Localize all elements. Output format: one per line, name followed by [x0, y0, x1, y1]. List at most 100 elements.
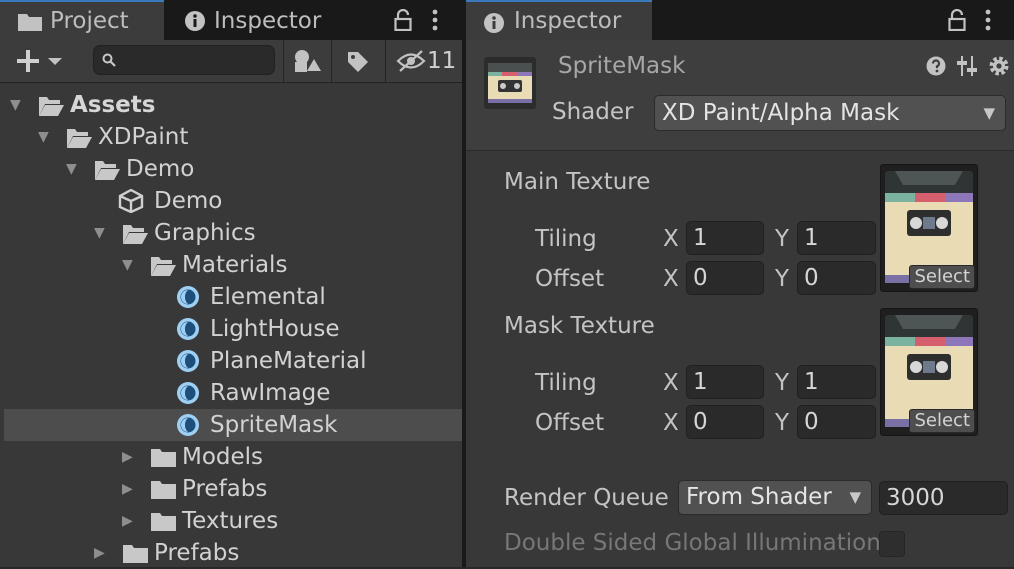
tab-inspector-main[interactable]: Inspector — [466, 0, 652, 40]
project-panel: Project Inspector 11 ▼ Assets ▼ XDPaint … — [0, 0, 462, 567]
shader-dropdown[interactable]: XD Paint/Alpha Mask ▼ — [654, 95, 1006, 131]
presets-icon[interactable] — [956, 56, 978, 76]
mask-texture-select-button[interactable]: Select — [909, 409, 975, 433]
mask-tiling-x-field[interactable]: 1 — [686, 365, 764, 399]
expand-arrow-right-icon[interactable]: ▶ — [122, 441, 133, 473]
tree-item[interactable]: ▼ XDPaint — [0, 121, 462, 153]
inspector-tab-bar: Inspector — [466, 0, 1014, 40]
render-queue-dropdown[interactable]: From Shader ▼ — [678, 480, 872, 515]
filter-by-type-icon[interactable] — [293, 49, 321, 73]
mask-texture-title: Mask Texture — [504, 313, 655, 339]
tree-item[interactable]: ▼ Graphics — [0, 217, 462, 249]
create-dropdown-button[interactable] — [16, 50, 64, 72]
expand-arrow-right-icon[interactable]: ▶ — [94, 537, 105, 569]
mask-offset-y-field[interactable]: 0 — [797, 405, 876, 439]
folder-icon — [151, 481, 176, 499]
render-queue-field[interactable]: 3000 — [879, 481, 1008, 515]
tree-item-label: XDPaint — [98, 124, 189, 150]
main-offset-x-field[interactable]: 0 — [686, 261, 764, 295]
tree-item[interactable]: RawImage — [0, 377, 462, 409]
chevron-down-icon: ▼ — [983, 104, 995, 122]
render-queue-mode: From Shader — [686, 484, 832, 510]
mask-offset-x-field[interactable]: 0 — [686, 405, 764, 439]
expand-arrow-right-icon[interactable]: ▶ — [122, 505, 133, 537]
material-icon — [177, 318, 199, 340]
lock-icon[interactable] — [948, 9, 966, 31]
tree-item[interactable]: ▼ Demo — [0, 153, 462, 185]
main-tiling-x-field[interactable]: 1 — [686, 221, 764, 255]
main-texture-select-button[interactable]: Select — [909, 265, 975, 289]
tree-item-label: Prefabs — [154, 540, 240, 566]
double-sided-gi-checkbox[interactable] — [879, 531, 905, 557]
info-icon — [185, 11, 205, 31]
tree-item[interactable]: SpriteMask — [4, 409, 462, 441]
mask-texture-slot[interactable]: Select — [880, 308, 978, 436]
tree-item[interactable]: ▼ Assets — [0, 89, 462, 121]
mask-tiling-label: Tiling — [535, 370, 597, 396]
tab-project[interactable]: Project — [0, 0, 164, 40]
folder-open-icon — [39, 97, 64, 116]
folder-icon — [151, 449, 176, 467]
material-name: SpriteMask — [558, 53, 686, 79]
gear-icon[interactable] — [988, 55, 1010, 77]
expand-arrow-down-icon[interactable]: ▼ — [38, 121, 49, 153]
tab-inspector-label: Inspector — [214, 8, 322, 34]
main-texture-slot[interactable]: Select — [880, 164, 978, 292]
mask-offset-x-label: X — [663, 410, 679, 436]
more-options-icon[interactable] — [430, 9, 440, 31]
expand-arrow-down-icon[interactable]: ▼ — [66, 153, 77, 185]
folder-icon — [123, 545, 148, 563]
expand-arrow-down-icon[interactable]: ▼ — [122, 249, 133, 281]
tree-item-label: Elemental — [210, 284, 326, 310]
help-icon[interactable] — [926, 56, 946, 76]
expand-arrow-down-icon[interactable]: ▼ — [94, 217, 105, 249]
tree-item-label: RawImage — [210, 380, 331, 406]
tree-item-label: Prefabs — [182, 476, 268, 502]
tree-item[interactable]: ▶ Textures — [0, 505, 462, 537]
material-icon — [177, 350, 199, 372]
more-options-icon[interactable] — [983, 9, 993, 31]
tree-item[interactable]: Demo — [0, 185, 462, 217]
tree-item[interactable]: ▶ Prefabs — [0, 537, 462, 569]
tree-item-label: Assets — [70, 92, 156, 118]
folder-icon — [18, 14, 42, 31]
main-tiling-x-label: X — [663, 226, 679, 252]
expand-arrow-right-icon[interactable]: ▶ — [122, 473, 133, 505]
mask-tiling-x-label: X — [663, 370, 679, 396]
mask-tiling-y-label: Y — [775, 370, 790, 396]
folder-open-icon — [123, 225, 148, 244]
chevron-down-icon: ▼ — [849, 488, 861, 506]
material-preview-icon — [484, 57, 536, 109]
mask-tiling-y-field[interactable]: 1 — [797, 365, 876, 399]
main-tiling-y-field[interactable]: 1 — [797, 221, 876, 255]
info-icon — [484, 13, 504, 33]
main-offset-label: Offset — [535, 266, 605, 292]
filter-by-label-icon[interactable] — [346, 50, 370, 72]
shader-label: Shader — [552, 99, 634, 125]
tree-item[interactable]: PlaneMaterial — [0, 345, 462, 377]
tree-item[interactable]: LightHouse — [0, 313, 462, 345]
unity-scene-icon — [118, 189, 144, 213]
tree-item[interactable]: ▶ Models — [0, 441, 462, 473]
folder-icon — [151, 513, 176, 531]
expand-arrow-down-icon[interactable]: ▼ — [10, 89, 21, 121]
main-tiling-label: Tiling — [535, 226, 597, 252]
tree-item[interactable]: ▼ Materials — [0, 249, 462, 281]
tree-item-label: Materials — [182, 252, 288, 278]
tree-item-label: Demo — [126, 156, 195, 182]
search-input[interactable] — [93, 45, 275, 75]
tree-item-label: Textures — [182, 508, 279, 534]
main-offset-x-label: X — [663, 266, 679, 292]
tree-item[interactable]: Elemental — [0, 281, 462, 313]
tree-item-label: SpriteMask — [210, 412, 338, 438]
tab-inspector[interactable]: Inspector — [166, 0, 366, 40]
hidden-packages-icon[interactable] — [396, 50, 426, 72]
lock-icon[interactable] — [394, 9, 412, 31]
folder-open-icon — [151, 257, 176, 276]
main-texture-title: Main Texture — [504, 169, 651, 195]
main-offset-y-field[interactable]: 0 — [797, 261, 876, 295]
mask-offset-label: Offset — [535, 410, 605, 436]
tree-item-label: Demo — [154, 188, 223, 214]
tree-item[interactable]: ▶ Prefabs — [0, 473, 462, 505]
tab-inspector-main-label: Inspector — [514, 8, 622, 34]
